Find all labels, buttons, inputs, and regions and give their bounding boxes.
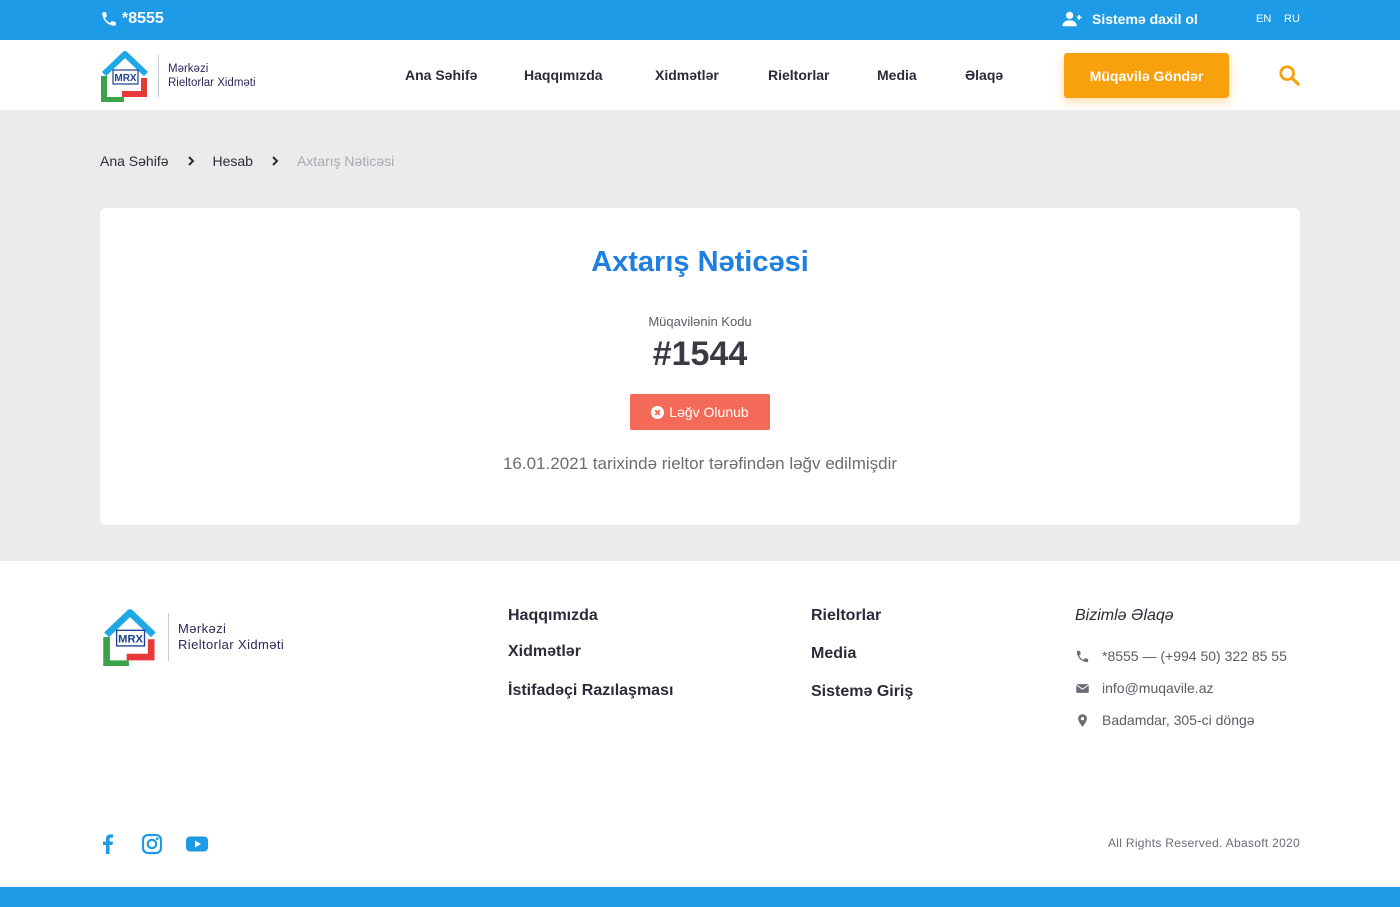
contact-title: Bizimlə Əlaqə: [1075, 607, 1174, 624]
brand-line2: Rieltorlar Xidməti: [168, 77, 256, 89]
top-phone[interactable]: *8555: [100, 10, 164, 28]
search-icon[interactable]: [1278, 64, 1300, 86]
top-phone-number: *8555: [122, 10, 164, 27]
lang-ru[interactable]: RU: [1284, 13, 1300, 25]
breadcrumb: Ana Səhifə Hesab Axtarış Nəticəsi: [100, 153, 394, 169]
breadcrumb-account[interactable]: Hesab: [213, 153, 253, 169]
mrx-logo-icon: MRX: [103, 609, 156, 666]
envelope-icon: [1075, 683, 1090, 693]
login-link[interactable]: Sistemə daxil ol: [1062, 11, 1198, 27]
breadcrumb-home[interactable]: Ana Səhifə: [100, 153, 169, 169]
footer-link-services[interactable]: Xidmətlər: [508, 643, 581, 661]
instagram-icon[interactable]: [140, 832, 164, 856]
send-contract-button[interactable]: Müqavilə Göndər: [1064, 53, 1229, 98]
top-bar: *8555 Sistemə daxil ol EN RU: [0, 0, 1400, 40]
footer-link-login[interactable]: Sistemə Giriş: [811, 683, 913, 701]
cancel-circle-icon: [651, 405, 665, 419]
breadcrumb-current: Axtarış Nəticəsi: [296, 153, 395, 169]
nav-home[interactable]: Ana Səhifə: [405, 67, 477, 83]
map-pin-icon: [1078, 713, 1087, 727]
nav-realtors[interactable]: Rieltorlar: [768, 67, 829, 83]
logo-mark: MRX: [114, 73, 137, 84]
user-plus-icon: [1062, 11, 1082, 27]
phone-icon: [102, 12, 116, 26]
contact-email[interactable]: info@muqavile.az: [1075, 680, 1214, 696]
logo-mark: MRX: [118, 634, 143, 646]
nav-media[interactable]: Media: [877, 67, 917, 83]
main-content: Ana Səhifə Hesab Axtarış Nəticəsi Axtarı…: [0, 110, 1400, 561]
login-label: Sistemə daxil ol: [1092, 11, 1198, 27]
chevron-right-icon: [187, 156, 194, 166]
nav-about[interactable]: Haqqımızda: [524, 67, 603, 83]
mrx-logo-icon: MRX: [101, 51, 149, 102]
footer: MRX Mərkəzi Rieltorlar Xidməti Haqqımızd…: [0, 561, 1400, 887]
footer-brand-line2: Rieltorlar Xidməti: [178, 637, 285, 652]
footer-link-realtors[interactable]: Rieltorlar: [811, 607, 881, 625]
footer-logo[interactable]: MRX Mərkəzi Rieltorlar Xidməti: [100, 608, 284, 666]
brand-text: Mərkəzi Rieltorlar Xidməti: [158, 55, 256, 97]
youtube-icon[interactable]: [185, 832, 209, 856]
bottom-bar: [0, 887, 1400, 907]
footer-link-about[interactable]: Haqqımızda: [508, 607, 598, 625]
copyright: All Rights Reserved. Abasoft 2020: [1107, 836, 1300, 850]
footer-brand-line1: Mərkəzi: [178, 620, 227, 636]
footer-link-media[interactable]: Media: [811, 645, 856, 663]
contract-code: #1544: [652, 335, 748, 373]
footer-link-terms[interactable]: İstifadəçi Razılaşması: [508, 682, 673, 700]
status-text: Ləğv Olunub: [669, 404, 749, 420]
contact-address: Badamdar, 305-ci döngə: [1075, 712, 1255, 728]
footer-brand-text: Mərkəzi Rieltorlar Xidməti: [168, 613, 284, 661]
result-card: Axtarış Nəticəsi Müqavilənin Kodu #1544 …: [100, 208, 1300, 525]
lang-en[interactable]: EN: [1256, 13, 1271, 25]
result-note: 16.01.2021 tarixində rieltor tərəfindən …: [502, 454, 898, 473]
facebook-icon[interactable]: [96, 832, 120, 856]
header-logo[interactable]: MRX Mərkəzi Rieltorlar Xidməti: [100, 50, 256, 102]
nav-services[interactable]: Xidmətlər: [655, 67, 719, 83]
phone-icon: [1076, 650, 1089, 662]
nav-contact[interactable]: Əlaqə: [965, 67, 1003, 83]
status-badge: Ləğv Olunub: [630, 394, 770, 430]
contract-code-label: Müqavilənin Kodu: [648, 314, 752, 329]
brand-line1: Mərkəzi: [168, 62, 209, 75]
contact-phone-text: *8555 — (+994 50) 322 85 55: [1102, 648, 1287, 664]
main-header: MRX Mərkəzi Rieltorlar Xidməti Ana Səhif…: [0, 40, 1400, 110]
contact-address-text: Badamdar, 305-ci döngə: [1102, 712, 1255, 728]
contact-email-text: info@muqavile.az: [1102, 680, 1214, 696]
result-title: Axtarış Nəticəsi: [591, 246, 809, 278]
contact-phone[interactable]: *8555 — (+994 50) 322 85 55: [1075, 648, 1287, 664]
chevron-right-icon: [272, 156, 279, 166]
